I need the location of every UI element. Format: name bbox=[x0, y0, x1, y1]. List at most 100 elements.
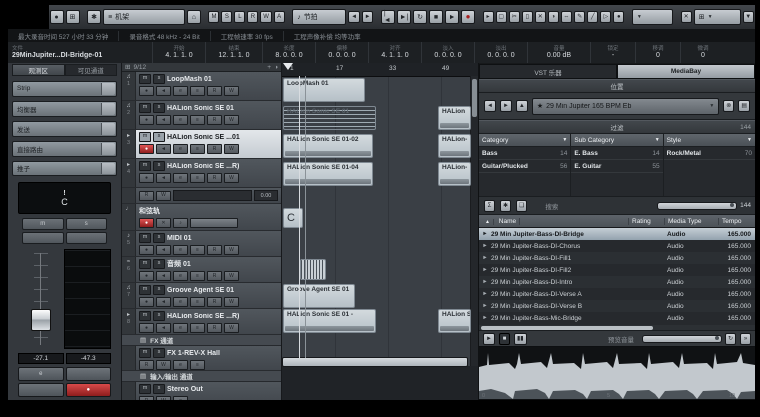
track-body[interactable]: m s Groove Agent SE 01 ● ◄ e ≡ R W bbox=[136, 283, 281, 308]
preview-volume-slider[interactable] bbox=[641, 334, 722, 343]
solo-button[interactable]: s bbox=[153, 311, 165, 321]
edit-channel-button[interactable]: e bbox=[173, 396, 188, 400]
nudge-left-button[interactable]: ◄ bbox=[348, 11, 360, 23]
rack-fader[interactable]: 推子 bbox=[12, 160, 117, 177]
read-automation-button[interactable]: R bbox=[207, 173, 222, 183]
global-solo-button[interactable]: S bbox=[221, 11, 233, 23]
results-settings-icon[interactable]: ✱ bbox=[500, 199, 512, 212]
rack-direct-routing[interactable]: 直接路由 bbox=[12, 140, 117, 157]
monitor-button[interactable] bbox=[18, 383, 64, 397]
track-body[interactable]: m s MIDI 01 ● ◄ e ≡ R W bbox=[136, 231, 281, 256]
home-button[interactable]: ⌂ bbox=[186, 10, 201, 24]
record-arm-button[interactable]: ● bbox=[139, 297, 154, 307]
track-row[interactable]: ♫ 7 m s Groove Agent SE 01 ● ◄ e ≡ R W bbox=[122, 283, 281, 309]
record-arm-button[interactable]: ● bbox=[139, 173, 154, 183]
edit-channel-button[interactable]: e bbox=[173, 115, 188, 125]
mute-button[interactable]: m bbox=[139, 132, 151, 142]
track-body[interactable]: m s LoopMash 01 ● ◄ e ≡ R W bbox=[136, 72, 281, 100]
transport-to-end-button[interactable]: ►| bbox=[396, 10, 412, 24]
pan-control[interactable]: ! C bbox=[18, 182, 111, 214]
write-automation-button[interactable]: W bbox=[224, 86, 239, 96]
scrollbar-handle[interactable] bbox=[472, 79, 477, 117]
play-icon[interactable]: ► bbox=[479, 315, 491, 321]
record-arm-button[interactable]: ● bbox=[139, 323, 154, 333]
mute-button[interactable]: ✕ bbox=[156, 218, 171, 228]
play-icon[interactable]: ► bbox=[479, 267, 491, 273]
tab-vst-instruments[interactable]: VST 乐器 bbox=[479, 64, 617, 79]
filter-item[interactable]: Guitar/Plucked 56 bbox=[479, 160, 571, 173]
tempo-value[interactable]: 0.00 bbox=[254, 190, 278, 201]
read-automation-button[interactable]: R bbox=[207, 115, 222, 125]
freeze-button[interactable]: ≡ bbox=[190, 115, 205, 125]
write-automation-button[interactable]: W bbox=[224, 245, 239, 255]
draw-tool[interactable]: ✎ bbox=[574, 11, 586, 23]
info-field-volume[interactable]: 音量 0.00 dB bbox=[528, 42, 591, 63]
info-field-fadein[interactable]: 淡入 0. 0. 0. 0 bbox=[422, 42, 475, 63]
midi-event[interactable]: HALion bbox=[438, 106, 471, 130]
filter-column-header[interactable]: Sub Category ▼ bbox=[571, 134, 663, 147]
monitor-button[interactable]: ◄ bbox=[156, 245, 171, 255]
track-body[interactable]: m s Stereo Out R W e bbox=[136, 382, 281, 400]
edit-channel-button[interactable]: e bbox=[173, 86, 188, 96]
midi-input-button[interactable]: ♪ bbox=[173, 218, 188, 228]
vertical-scrollbar[interactable] bbox=[470, 76, 478, 400]
info-field-offset[interactable]: 偏移 0. 0. 0. 0 bbox=[316, 42, 369, 63]
racks-dropdown[interactable]: ≡ 机架 bbox=[103, 9, 185, 25]
filter-section-header[interactable]: 过滤 144 bbox=[479, 120, 755, 134]
track-row[interactable]: ▸ 3 m s HALion Sonic SE ...01 ● ◄ e ≡ R … bbox=[122, 130, 281, 159]
column-name[interactable]: ▲ Name bbox=[479, 217, 629, 225]
project-cursor[interactable] bbox=[299, 76, 300, 358]
edit-channel-button[interactable] bbox=[65, 232, 107, 244]
column-media-type[interactable]: Media Type bbox=[665, 217, 719, 225]
grid-type-dropdown[interactable]: ⊞ ▼ bbox=[693, 9, 741, 25]
search-input[interactable] bbox=[657, 201, 738, 210]
transport-play-button[interactable]: ► bbox=[445, 10, 460, 24]
tempo-track-row[interactable]: R W 0.00 bbox=[122, 188, 281, 204]
add-track-button[interactable]: + bbox=[267, 64, 271, 71]
record-arm-button[interactable]: ● bbox=[139, 218, 154, 228]
solo-button[interactable]: s bbox=[153, 233, 165, 243]
select-tool[interactable]: ▸ bbox=[482, 11, 494, 23]
mute-tool[interactable]: ⇔ bbox=[560, 11, 573, 23]
autoplay-button[interactable]: » bbox=[740, 332, 751, 345]
mute-button[interactable]: m bbox=[139, 384, 151, 394]
timeline-ruler[interactable]: 1 17 33 49 bbox=[282, 63, 478, 77]
freeze-button[interactable]: ≡ bbox=[190, 271, 205, 281]
insert-bypass-button[interactable] bbox=[65, 367, 111, 381]
info-field-lock[interactable]: 锁定 - bbox=[591, 42, 636, 63]
glue-tool[interactable]: ▯ bbox=[521, 11, 533, 23]
info-field-snap[interactable]: 对齐 4. 1. 1. 0 bbox=[369, 42, 422, 63]
color-tool[interactable]: ● bbox=[613, 11, 625, 23]
tab-viewer[interactable]: 观测区 bbox=[12, 64, 65, 77]
edit-channel-button[interactable]: e bbox=[173, 360, 188, 370]
window-layout-button[interactable]: ⊞ bbox=[65, 10, 80, 24]
quantize-button[interactable]: ▼ bbox=[742, 11, 755, 23]
edit-channel-button[interactable]: e bbox=[173, 245, 188, 255]
mute-button[interactable]: m bbox=[22, 218, 64, 230]
write-automation-button[interactable]: W bbox=[156, 360, 171, 370]
range-tool[interactable]: ▢ bbox=[495, 11, 507, 23]
read-automation-button[interactable]: R bbox=[207, 297, 222, 307]
forward-button[interactable]: ► bbox=[499, 100, 512, 112]
audio-event[interactable]: Groove Agent SE 01 bbox=[283, 284, 355, 308]
filter-column-header[interactable]: Category ▼ bbox=[479, 134, 571, 147]
result-row[interactable]: ► 29 Min Jupiter-Bass-DI-Verse B Audio 1… bbox=[479, 300, 755, 312]
audio-event[interactable]: HALion Sonic SE 01 - bbox=[283, 309, 376, 333]
edit-channel-button[interactable]: e bbox=[173, 144, 188, 154]
audio-event[interactable]: LoopMash 01 bbox=[283, 78, 365, 102]
edit-channel-button[interactable]: e bbox=[173, 173, 188, 183]
filter-item[interactable]: E. Bass 14 bbox=[571, 147, 663, 160]
loop-preview-button[interactable]: ↻ bbox=[724, 332, 736, 345]
track-body[interactable]: m s HALion Sonic SE ...R) ● ◄ e ≡ R W bbox=[136, 159, 281, 187]
write-automation-button[interactable]: W bbox=[224, 323, 239, 333]
results-list-icon[interactable]: Σ bbox=[484, 199, 495, 212]
split-tool[interactable]: ✂ bbox=[508, 11, 520, 23]
rack-eq[interactable]: 均衡器 bbox=[12, 100, 117, 117]
io-folder-row[interactable]: ▤ 输入/输出 通道 bbox=[122, 371, 281, 382]
solo-button[interactable]: s bbox=[153, 259, 165, 269]
track-row[interactable]: ▸ 8 m s HALion Sonic SE ...R) ● ◄ e ≡ R … bbox=[122, 309, 281, 335]
location-section-header[interactable]: 位置 bbox=[479, 79, 755, 93]
info-field-transpose[interactable]: 移调 0 bbox=[636, 42, 681, 63]
read-automation-button[interactable]: R bbox=[207, 245, 222, 255]
location-dropdown[interactable]: ★ 29 Min Jupiter 165 BPM Eb ▼ bbox=[531, 97, 720, 115]
